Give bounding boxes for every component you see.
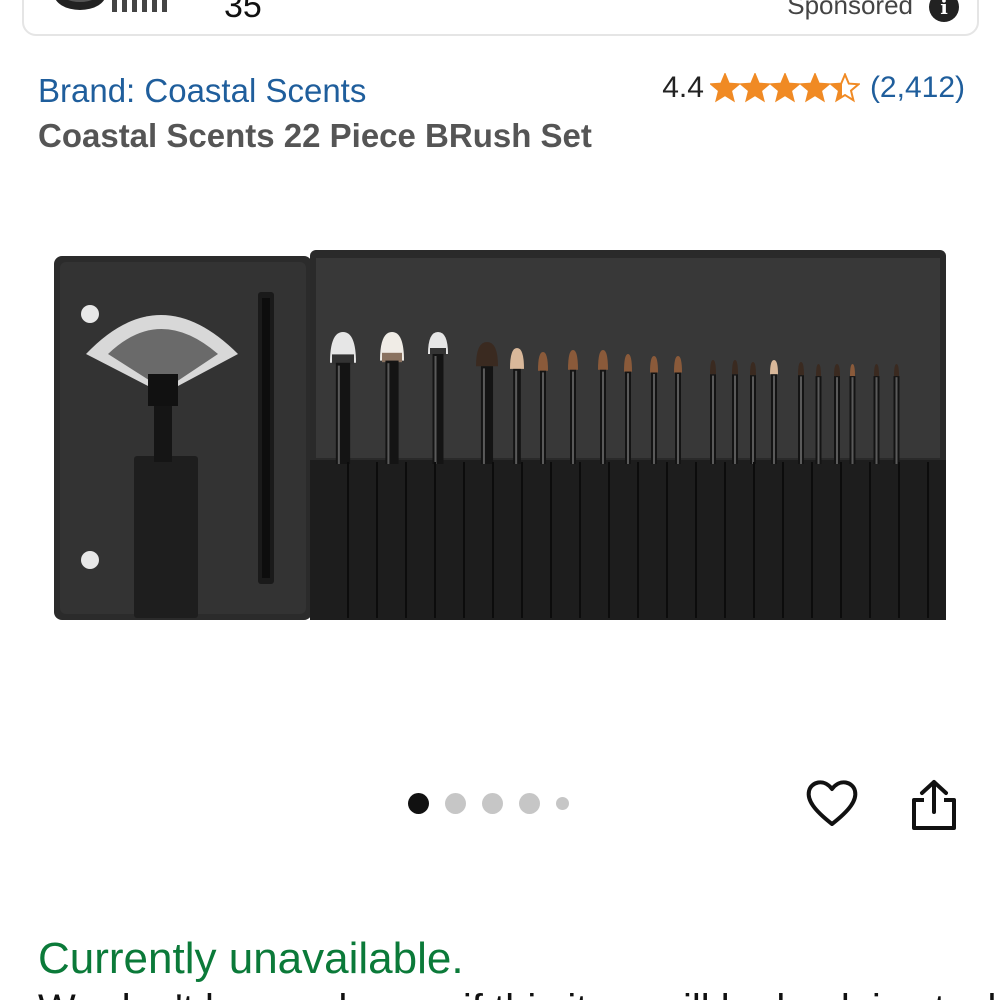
star-full-icon xyxy=(739,73,770,103)
star-half-icon xyxy=(829,73,860,103)
sponsored-ad-card[interactable]: 35 Sponsored i xyxy=(22,0,979,36)
availability-status: Currently unavailable. xyxy=(38,934,464,983)
carousel-dot[interactable] xyxy=(556,797,569,810)
product-page: 35 Sponsored i Brand: Coastal Scents 4.4… xyxy=(0,0,1000,1000)
sponsored-label: Sponsored xyxy=(787,0,913,20)
product-image[interactable] xyxy=(48,246,952,628)
star-full-icon xyxy=(769,73,800,103)
info-icon[interactable]: i xyxy=(929,0,959,22)
star-full-icon xyxy=(799,73,830,103)
rating-count-link[interactable]: (2,412) xyxy=(870,70,965,106)
star-full-icon xyxy=(709,73,740,103)
ad-thumbnail xyxy=(55,0,167,12)
rating-summary[interactable]: 4.4 (2,412) xyxy=(662,70,965,106)
image-carousel-dots[interactable] xyxy=(408,793,569,814)
carousel-dot[interactable] xyxy=(445,793,466,814)
carousel-dot[interactable] xyxy=(482,793,503,814)
star-rating xyxy=(709,73,860,103)
availability-note: We don't know when or if this item will … xyxy=(38,986,1000,1000)
brand-link[interactable]: Brand: Coastal Scents xyxy=(38,72,366,110)
heart-icon[interactable] xyxy=(804,776,860,830)
product-title: Coastal Scents 22 Piece BRush Set xyxy=(38,117,592,154)
carousel-dot[interactable] xyxy=(408,793,429,814)
share-icon[interactable] xyxy=(910,778,958,832)
ad-price: 35 xyxy=(224,0,262,25)
carousel-dot[interactable] xyxy=(519,793,540,814)
rating-value: 4.4 xyxy=(662,71,704,104)
